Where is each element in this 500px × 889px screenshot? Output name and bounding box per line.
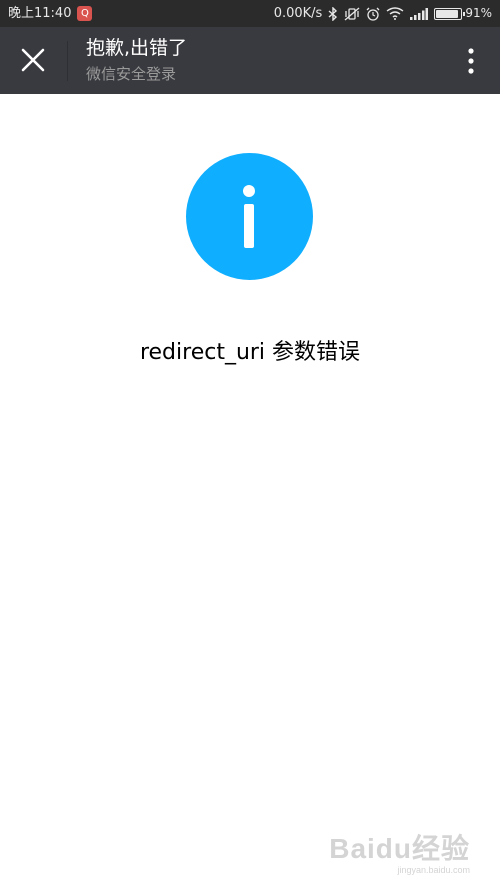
battery-icon: [434, 7, 466, 20]
close-icon: [21, 48, 45, 72]
title-divider: [67, 41, 68, 81]
battery-indicator: 91%: [434, 0, 492, 27]
more-vertical-icon: [468, 48, 474, 74]
title-block: 抱歉,出错了 微信安全登录: [86, 35, 187, 85]
error-message: redirect_uri 参数错误: [139, 340, 361, 365]
signal-icon: [410, 7, 429, 20]
more-options-button[interactable]: [456, 41, 486, 81]
status-left: 晚上11:40 Q: [8, 0, 93, 27]
status-right: 0.00K/s 91%: [274, 0, 492, 27]
info-icon-dot: [243, 185, 255, 197]
vibrate-icon: [344, 7, 360, 21]
status-time: 晚上11:40: [8, 6, 72, 21]
page: 晚上11:40 Q 0.00K/s 91% 抱歉,出错了 微信安全登录 redi…: [0, 0, 500, 889]
bluetooth-icon: [328, 6, 338, 21]
info-icon: [186, 153, 313, 280]
info-icon-bar: [244, 204, 254, 248]
wifi-icon: [386, 7, 404, 20]
page-subtitle: 微信安全登录: [86, 65, 177, 83]
battery-fill: [436, 9, 458, 18]
status-bar: 晚上11:40 Q 0.00K/s 91%: [0, 0, 500, 27]
alarm-icon: [366, 7, 380, 21]
app-notification-icon: Q: [77, 6, 93, 21]
title-bar: 抱歉,出错了 微信安全登录: [0, 27, 500, 94]
network-speed: 0.00K/s: [273, 6, 323, 21]
watermark-logo: Baidu经验: [329, 833, 470, 864]
battery-percent: 91%: [465, 6, 492, 20]
baidu-watermark: Baidu经验 jingyan.baidu.com: [329, 827, 470, 875]
page-title: 抱歉,出错了: [86, 37, 188, 59]
close-button[interactable]: [10, 37, 56, 83]
